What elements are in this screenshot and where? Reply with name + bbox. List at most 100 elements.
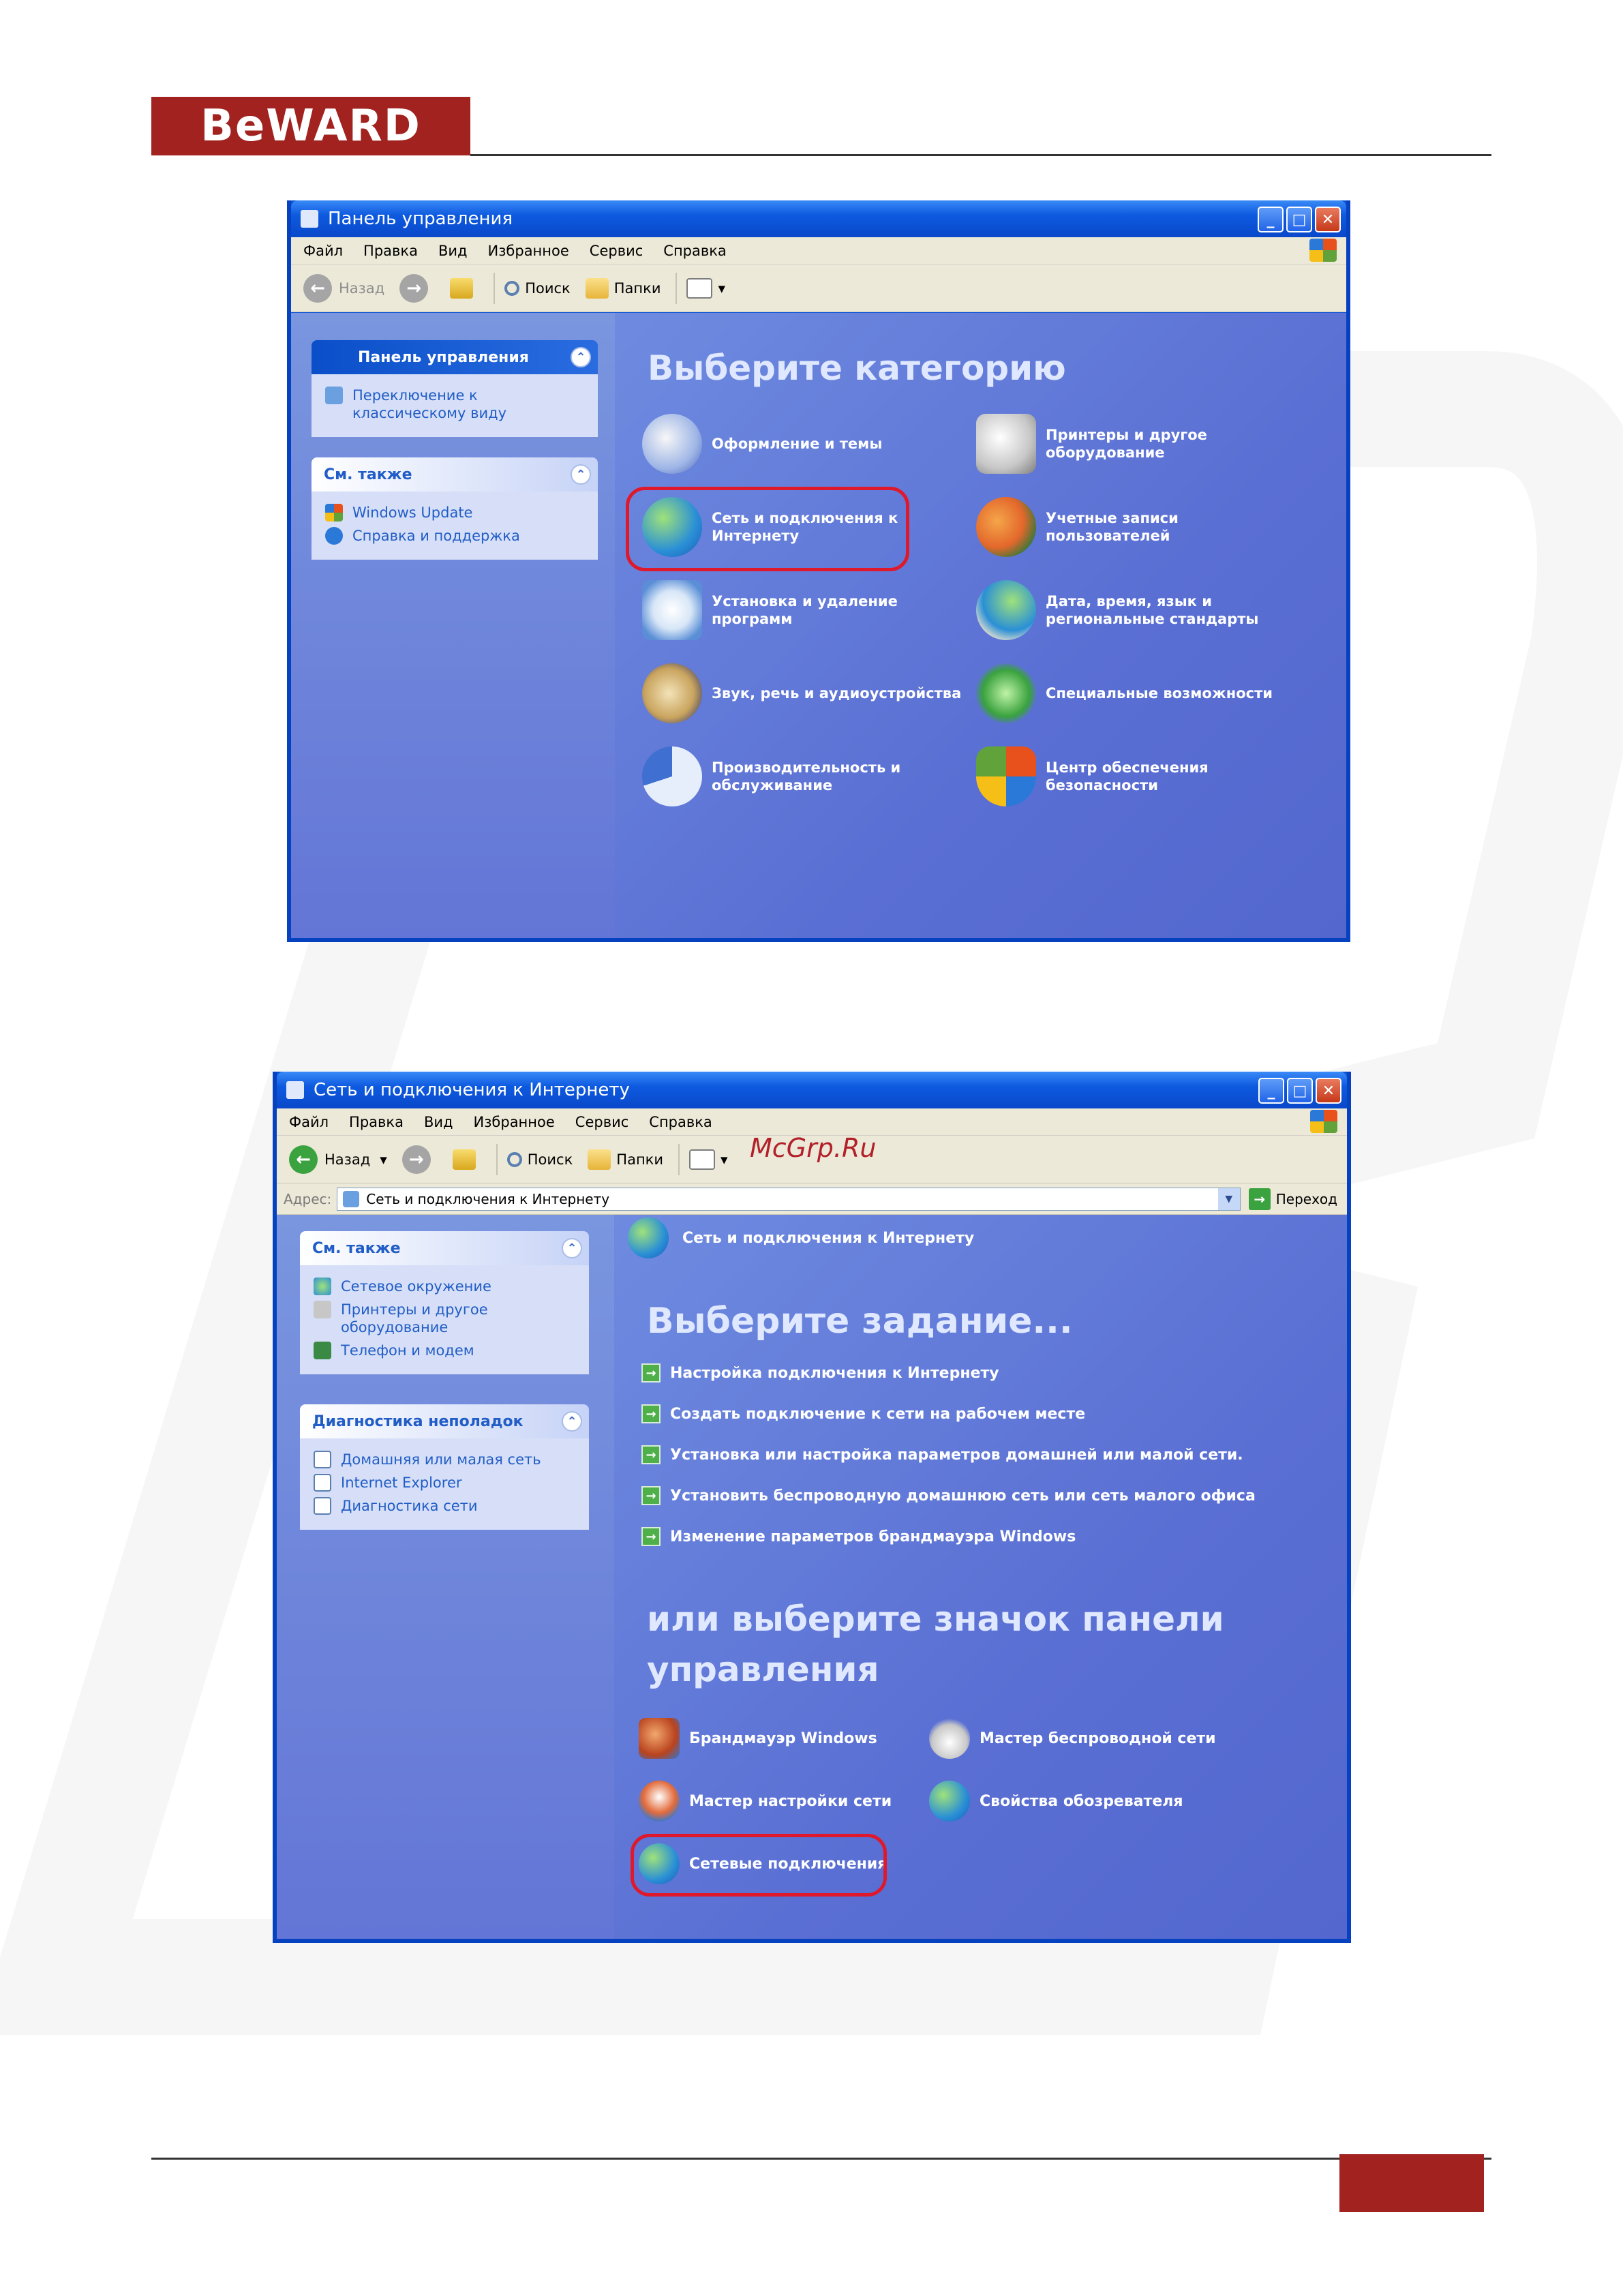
menu-tools[interactable]: Сервис [575, 1114, 628, 1130]
menu-file[interactable]: Файл [289, 1114, 329, 1130]
pie-chart-icon [642, 746, 702, 806]
pane-header-title: Сеть и подключения к Интернету [682, 1229, 975, 1247]
minimize-button[interactable]: _ [1258, 1078, 1284, 1104]
arrow-right-icon: → [641, 1445, 661, 1464]
up-folder-button[interactable] [450, 277, 479, 299]
menu-tools[interactable]: Сервис [590, 243, 643, 259]
folders-button[interactable]: Папки [585, 277, 661, 299]
see-also-header[interactable]: См. также ⌃ [312, 457, 598, 492]
task-setup-internet[interactable]: → Настройка подключения к Интернету [641, 1363, 999, 1383]
internet-explorer-link[interactable]: Internet Explorer [314, 1474, 579, 1492]
search-button[interactable]: Поиск [506, 1151, 573, 1168]
install-cd-icon [642, 580, 702, 640]
classic-view-icon [325, 387, 343, 404]
see-also-box: См. также ⌃ Windows Update Справка и под… [312, 457, 598, 560]
network-wizard-icon-item[interactable]: Мастер настройки сети [639, 1781, 892, 1822]
collapse-icon[interactable]: ⌃ [571, 347, 591, 367]
arrow-right-icon: → [641, 1404, 661, 1423]
windows-update-link[interactable]: Windows Update [325, 504, 588, 522]
folders-label: Папки [616, 1151, 664, 1168]
category-heading: Выберите категорию [648, 348, 1066, 388]
menu-file[interactable]: Файл [303, 243, 343, 259]
menu-favorites[interactable]: Избранное [488, 243, 569, 259]
window-title: Панель управления [328, 209, 513, 229]
troubleshooting-header[interactable]: Диагностика неполадок ⌃ [300, 1404, 589, 1438]
wireless-icon [929, 1718, 970, 1759]
menu-help[interactable]: Справка [649, 1114, 712, 1130]
network-places-link[interactable]: Сетевое окружение [314, 1278, 579, 1295]
close-button[interactable]: ✕ [1316, 1078, 1341, 1104]
up-folder-button[interactable] [452, 1149, 481, 1170]
category-label: Звук, речь и аудиоустройства [712, 685, 962, 701]
back-label: Назад [324, 1151, 371, 1168]
go-button[interactable]: → Переход [1248, 1188, 1337, 1210]
menu-edit[interactable]: Правка [363, 243, 418, 259]
forward-arrow-icon: → [401, 1145, 431, 1174]
category-user-accounts[interactable]: Учетные записи пользователей [976, 497, 1303, 557]
help-topic-icon [314, 1497, 331, 1515]
search-label: Поиск [525, 280, 571, 297]
toolbar-separator [676, 272, 678, 304]
control-panel-box-header[interactable]: Панель управления ⌃ [312, 340, 598, 374]
task-firewall-settings[interactable]: → Изменение параметров брандмауэра Windo… [641, 1527, 1076, 1546]
phone-modem-link[interactable]: Телефон и модем [314, 1342, 579, 1359]
category-date-time[interactable]: Дата, время, язык и региональные стандар… [976, 580, 1317, 640]
menu-edit[interactable]: Правка [349, 1114, 404, 1130]
task-label: Изменение параметров брандмауэра Windows [670, 1528, 1076, 1545]
category-appearance[interactable]: Оформление и темы [642, 414, 956, 474]
views-button[interactable]: ▾ [686, 277, 725, 299]
header-rule [470, 154, 1491, 156]
minimize-button[interactable]: _ [1258, 207, 1284, 232]
close-button[interactable]: ✕ [1315, 207, 1341, 232]
category-printers[interactable]: Принтеры и другое оборудование [976, 414, 1303, 474]
link-label: Internet Explorer [341, 1475, 462, 1491]
see-also-header[interactable]: См. также ⌃ [300, 1231, 589, 1265]
help-support-link[interactable]: Справка и поддержка [325, 527, 588, 545]
firewall-icon-item[interactable]: Брандмауэр Windows [639, 1718, 877, 1759]
task-heading: Выберите задание... [647, 1301, 1073, 1342]
forward-button[interactable]: → [399, 273, 435, 303]
search-button[interactable]: Поиск [504, 280, 571, 297]
address-input[interactable]: Сеть и подключения к Интернету ▼ [337, 1187, 1241, 1211]
back-button[interactable]: ← Назад ▾ [289, 1145, 387, 1174]
menu-favorites[interactable]: Избранное [474, 1114, 555, 1130]
wireless-wizard-icon-item[interactable]: Мастер беспроводной сети [929, 1718, 1216, 1759]
toolbar-separator [494, 272, 496, 304]
collapse-icon[interactable]: ⌃ [562, 1411, 582, 1432]
collapse-icon[interactable]: ⌃ [571, 464, 591, 485]
printer-icon [976, 414, 1036, 474]
back-button[interactable]: ← Назад [303, 273, 384, 303]
chevron-down-icon[interactable]: ▼ [1217, 1188, 1240, 1210]
printers-link[interactable]: Принтеры и другое оборудование [314, 1301, 579, 1336]
title-bar[interactable]: Панель управления _ □ ✕ [291, 200, 1346, 237]
forward-button[interactable]: → [401, 1145, 438, 1174]
collapse-icon[interactable]: ⌃ [562, 1238, 582, 1258]
category-security-center[interactable]: Центр обеспечения безопасности [976, 746, 1303, 806]
home-network-link[interactable]: Домашняя или малая сеть [314, 1451, 579, 1468]
link-label: Диагностика сети [341, 1498, 478, 1514]
folders-button[interactable]: Папки [588, 1149, 663, 1170]
menu-view[interactable]: Вид [438, 243, 468, 259]
category-label: Специальные возможности [1046, 685, 1273, 701]
category-performance[interactable]: Производительность и обслуживание [642, 746, 956, 806]
classic-view-link[interactable]: Переключение к классическому виду [325, 387, 588, 422]
task-home-network[interactable]: → Установка или настройка параметров дом… [641, 1445, 1243, 1464]
menu-view[interactable]: Вид [424, 1114, 453, 1130]
task-workplace-connection[interactable]: → Создать подключение к сети на рабочем … [641, 1404, 1085, 1423]
task-wireless-network[interactable]: → Установить беспроводную домашнюю сеть … [641, 1486, 1256, 1505]
category-pane: Выберите категорию Оформление и темы При… [615, 313, 1346, 938]
category-sound[interactable]: Звук, речь и аудиоустройства [642, 663, 969, 723]
menu-help[interactable]: Справка [663, 243, 727, 259]
title-bar[interactable]: Сеть и подключения к Интернету _ □ ✕ [277, 1072, 1347, 1108]
box-title: См. также [312, 1239, 401, 1257]
network-diagnostics-link[interactable]: Диагностика сети [314, 1497, 579, 1515]
maximize-button[interactable]: □ [1286, 207, 1312, 232]
task-label: Установка или настройка параметров домаш… [670, 1446, 1243, 1464]
views-button[interactable]: ▾ [689, 1149, 728, 1170]
task-pane: См. также ⌃ Сетевое окружение Принтеры и… [277, 1215, 614, 1939]
maximize-button[interactable]: □ [1287, 1078, 1313, 1104]
printer-icon [314, 1301, 331, 1318]
internet-options-icon-item[interactable]: Свойства обозревателя [929, 1781, 1183, 1822]
category-add-remove[interactable]: Установка и удаление программ [642, 580, 956, 640]
category-accessibility[interactable]: Специальные возможности [976, 663, 1317, 723]
